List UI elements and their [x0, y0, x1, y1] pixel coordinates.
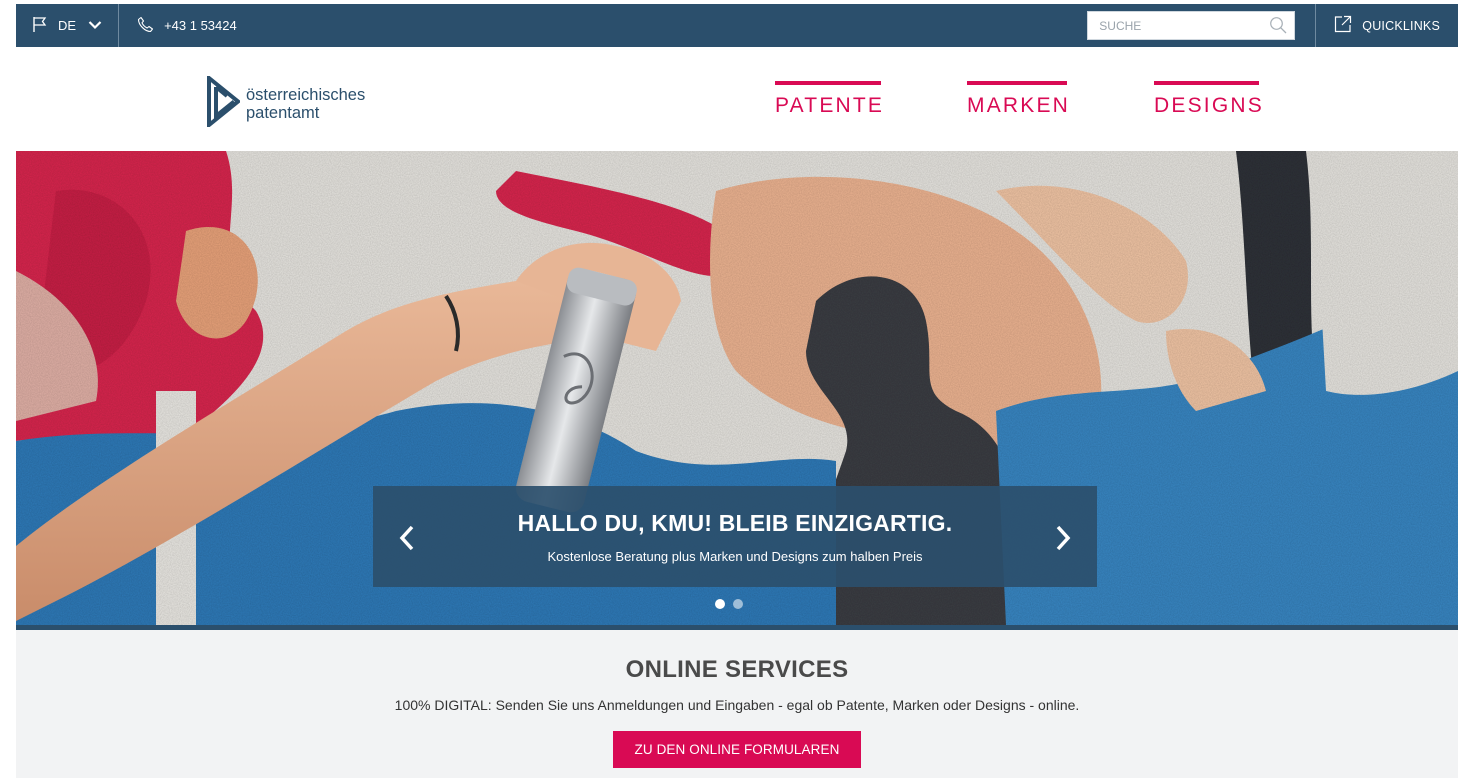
- online-forms-button[interactable]: ZU DEN ONLINE FORMULAREN: [612, 731, 862, 768]
- language-selector[interactable]: DE: [16, 4, 120, 47]
- hero-subtitle: Kostenlose Beratung plus Marken und Desi…: [547, 549, 923, 564]
- slider-dot-1[interactable]: [715, 599, 725, 609]
- search-icon[interactable]: [1269, 16, 1287, 37]
- chevron-down-icon: [88, 18, 102, 33]
- logo-text: österreichisches patentamt: [246, 86, 365, 122]
- nav-item-designs[interactable]: DESIGNS: [1154, 81, 1262, 118]
- nav-item-patente[interactable]: PATENTE: [775, 81, 882, 118]
- services-text: 100% DIGITAL: Senden Sie uns Anmeldungen…: [394, 697, 1080, 713]
- main-navigation: PATENTE MARKEN DESIGNS: [775, 81, 1262, 118]
- language-label: DE: [58, 18, 77, 33]
- logo-line-1: österreichisches: [246, 86, 366, 104]
- services-heading: ONLINE SERVICES: [625, 656, 849, 683]
- hero-slider: HALLO DU, KMU! BLEIB EINZIGARTIG. Kosten…: [16, 151, 1458, 625]
- patentamt-logo-icon: [207, 73, 242, 132]
- logo[interactable]: österreichisches patentamt: [207, 73, 365, 132]
- quicklinks-button[interactable]: QUICKLINKS: [1315, 4, 1458, 47]
- quicklinks-label: QUICKLINKS: [1362, 18, 1440, 33]
- top-bar: DE +43 1 53424 QUICKLINKS: [16, 4, 1458, 47]
- logo-line-2: patentamt: [246, 104, 320, 122]
- hero-title: HALLO DU, KMU! BLEIB EINZIGARTIG.: [517, 510, 953, 536]
- phone-number: +43 1 53424: [164, 18, 237, 33]
- phone-icon: [137, 16, 154, 36]
- slider-prev-arrow-icon[interactable]: [397, 524, 417, 557]
- slider-next-arrow-icon[interactable]: [1053, 524, 1073, 557]
- hero-caption: HALLO DU, KMU! BLEIB EINZIGARTIG. Kosten…: [373, 486, 1097, 587]
- external-link-icon: [1334, 15, 1352, 36]
- flag-icon: [32, 16, 48, 36]
- slider-dot-2[interactable]: [733, 599, 743, 609]
- phone-contact[interactable]: +43 1 53424: [119, 16, 237, 36]
- nav-item-marken[interactable]: MARKEN: [967, 81, 1068, 118]
- search-box: [1087, 11, 1296, 40]
- slider-dots: [715, 599, 751, 609]
- search-input[interactable]: [1087, 11, 1296, 40]
- online-services-section: ONLINE SERVICES 100% DIGITAL: Senden Sie…: [16, 630, 1458, 778]
